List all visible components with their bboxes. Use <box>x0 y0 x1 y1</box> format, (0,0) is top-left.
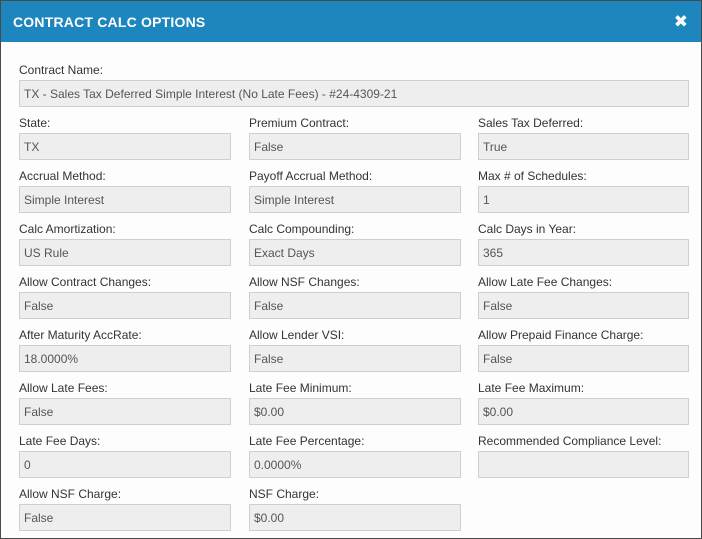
field-contract-name: Contract Name: TX - Sales Tax Deferred S… <box>19 63 689 107</box>
field-label: Allow NSF Changes: <box>249 275 360 289</box>
field-calc-amortization: Calc Amortization: US Rule <box>19 222 231 266</box>
field-allow-contract-changes: Allow Contract Changes: False <box>19 275 231 319</box>
field-label: Premium Contract: <box>249 116 350 130</box>
calc-amortization-field[interactable]: US Rule <box>19 239 231 266</box>
dialog-header: CONTRACT CALC OPTIONS ✖ <box>1 1 701 42</box>
field-premium-contract: Premium Contract: False <box>249 116 461 160</box>
field-label: Allow Prepaid Finance Charge: <box>478 328 644 342</box>
state-field[interactable]: TX <box>19 133 231 160</box>
field-late-fee-days: Late Fee Days: 0 <box>19 434 231 478</box>
accrual-method-field[interactable]: Simple Interest <box>19 186 231 213</box>
field-label: Calc Compounding: <box>249 222 355 236</box>
field-calc-days-in-year: Calc Days in Year: 365 <box>478 222 689 266</box>
field-label: Late Fee Minimum: <box>249 381 352 395</box>
field-recommended-compliance-level: Recommended Compliance Level: <box>478 434 689 478</box>
field-label: Allow Contract Changes: <box>19 275 152 289</box>
payoff-accrual-method-field[interactable]: Simple Interest <box>249 186 461 213</box>
field-late-fee-minimum: Late Fee Minimum: $0.00 <box>249 381 461 425</box>
field-label: State: <box>19 116 51 130</box>
allow-lender-vsi-field[interactable]: False <box>249 345 461 372</box>
field-sales-tax-deferred: Sales Tax Deferred: True <box>478 116 689 160</box>
nsf-charge-field[interactable]: $0.00 <box>249 504 461 531</box>
premium-contract-field[interactable]: False <box>249 133 461 160</box>
field-allow-nsf-changes: Allow NSF Changes: False <box>249 275 461 319</box>
field-label: Sales Tax Deferred: <box>478 116 584 130</box>
field-label: Recommended Compliance Level: <box>478 434 662 448</box>
field-allow-nsf-charge: Allow NSF Charge: False <box>19 487 231 531</box>
field-label: NSF Charge: <box>249 487 320 501</box>
field-allow-lender-vsi: Allow Lender VSI: False <box>249 328 461 372</box>
field-label: Contract Name: <box>19 63 104 77</box>
sales-tax-deferred-field[interactable]: True <box>478 133 689 160</box>
late-fee-maximum-field[interactable]: $0.00 <box>478 398 689 425</box>
allow-nsf-changes-field[interactable]: False <box>249 292 461 319</box>
field-calc-compounding: Calc Compounding: Exact Days <box>249 222 461 266</box>
field-label: Allow Lender VSI: <box>249 328 345 342</box>
field-label: Late Fee Percentage: <box>249 434 365 448</box>
field-label: Calc Days in Year: <box>478 222 577 236</box>
field-label: Allow NSF Charge: <box>19 487 122 501</box>
field-late-fee-maximum: Late Fee Maximum: $0.00 <box>478 381 689 425</box>
field-accrual-method: Accrual Method: Simple Interest <box>19 169 231 213</box>
dialog-title: CONTRACT CALC OPTIONS <box>13 13 206 30</box>
field-allow-late-fee-changes: Allow Late Fee Changes: False <box>478 275 689 319</box>
allow-prepaid-finance-charge-field[interactable]: False <box>478 345 689 372</box>
allow-late-fees-field[interactable]: False <box>19 398 231 425</box>
field-state: State: TX <box>19 116 231 160</box>
allow-late-fee-changes-field[interactable]: False <box>478 292 689 319</box>
calc-days-in-year-field[interactable]: 365 <box>478 239 689 266</box>
contract-calc-options-dialog: CONTRACT CALC OPTIONS ✖ Contract Name: T… <box>0 0 702 539</box>
field-nsf-charge: NSF Charge: $0.00 <box>249 487 461 531</box>
field-after-maturity-accrate: After Maturity AccRate: 18.0000% <box>19 328 231 372</box>
late-fee-minimum-field[interactable]: $0.00 <box>249 398 461 425</box>
late-fee-percentage-field[interactable]: 0.0000% <box>249 451 461 478</box>
max-schedules-field[interactable]: 1 <box>478 186 689 213</box>
field-label: Allow Late Fees: <box>19 381 108 395</box>
allow-contract-changes-field[interactable]: False <box>19 292 231 319</box>
field-late-fee-percentage: Late Fee Percentage: 0.0000% <box>249 434 461 478</box>
field-allow-prepaid-finance-charge: Allow Prepaid Finance Charge: False <box>478 328 689 372</box>
recommended-compliance-level-field[interactable] <box>478 451 689 478</box>
contract-name-field[interactable]: TX - Sales Tax Deferred Simple Interest … <box>19 80 689 107</box>
field-payoff-accrual-method: Payoff Accrual Method: Simple Interest <box>249 169 461 213</box>
dialog-body: Contract Name: TX - Sales Tax Deferred S… <box>1 42 701 538</box>
field-label: Late Fee Maximum: <box>478 381 585 395</box>
field-allow-late-fees: Allow Late Fees: False <box>19 381 231 425</box>
after-maturity-accrate-field[interactable]: 18.0000% <box>19 345 231 372</box>
field-label: After Maturity AccRate: <box>19 328 142 342</box>
allow-nsf-charge-field[interactable]: False <box>19 504 231 531</box>
field-label: Allow Late Fee Changes: <box>478 275 613 289</box>
field-label: Late Fee Days: <box>19 434 101 448</box>
field-label: Accrual Method: <box>19 169 106 183</box>
field-label: Max # of Schedules: <box>478 169 587 183</box>
late-fee-days-field[interactable]: 0 <box>19 451 231 478</box>
close-icon[interactable]: ✖ <box>674 13 688 30</box>
field-label: Payoff Accrual Method: <box>249 169 373 183</box>
field-label: Calc Amortization: <box>19 222 116 236</box>
field-max-schedules: Max # of Schedules: 1 <box>478 169 689 213</box>
calc-compounding-field[interactable]: Exact Days <box>249 239 461 266</box>
